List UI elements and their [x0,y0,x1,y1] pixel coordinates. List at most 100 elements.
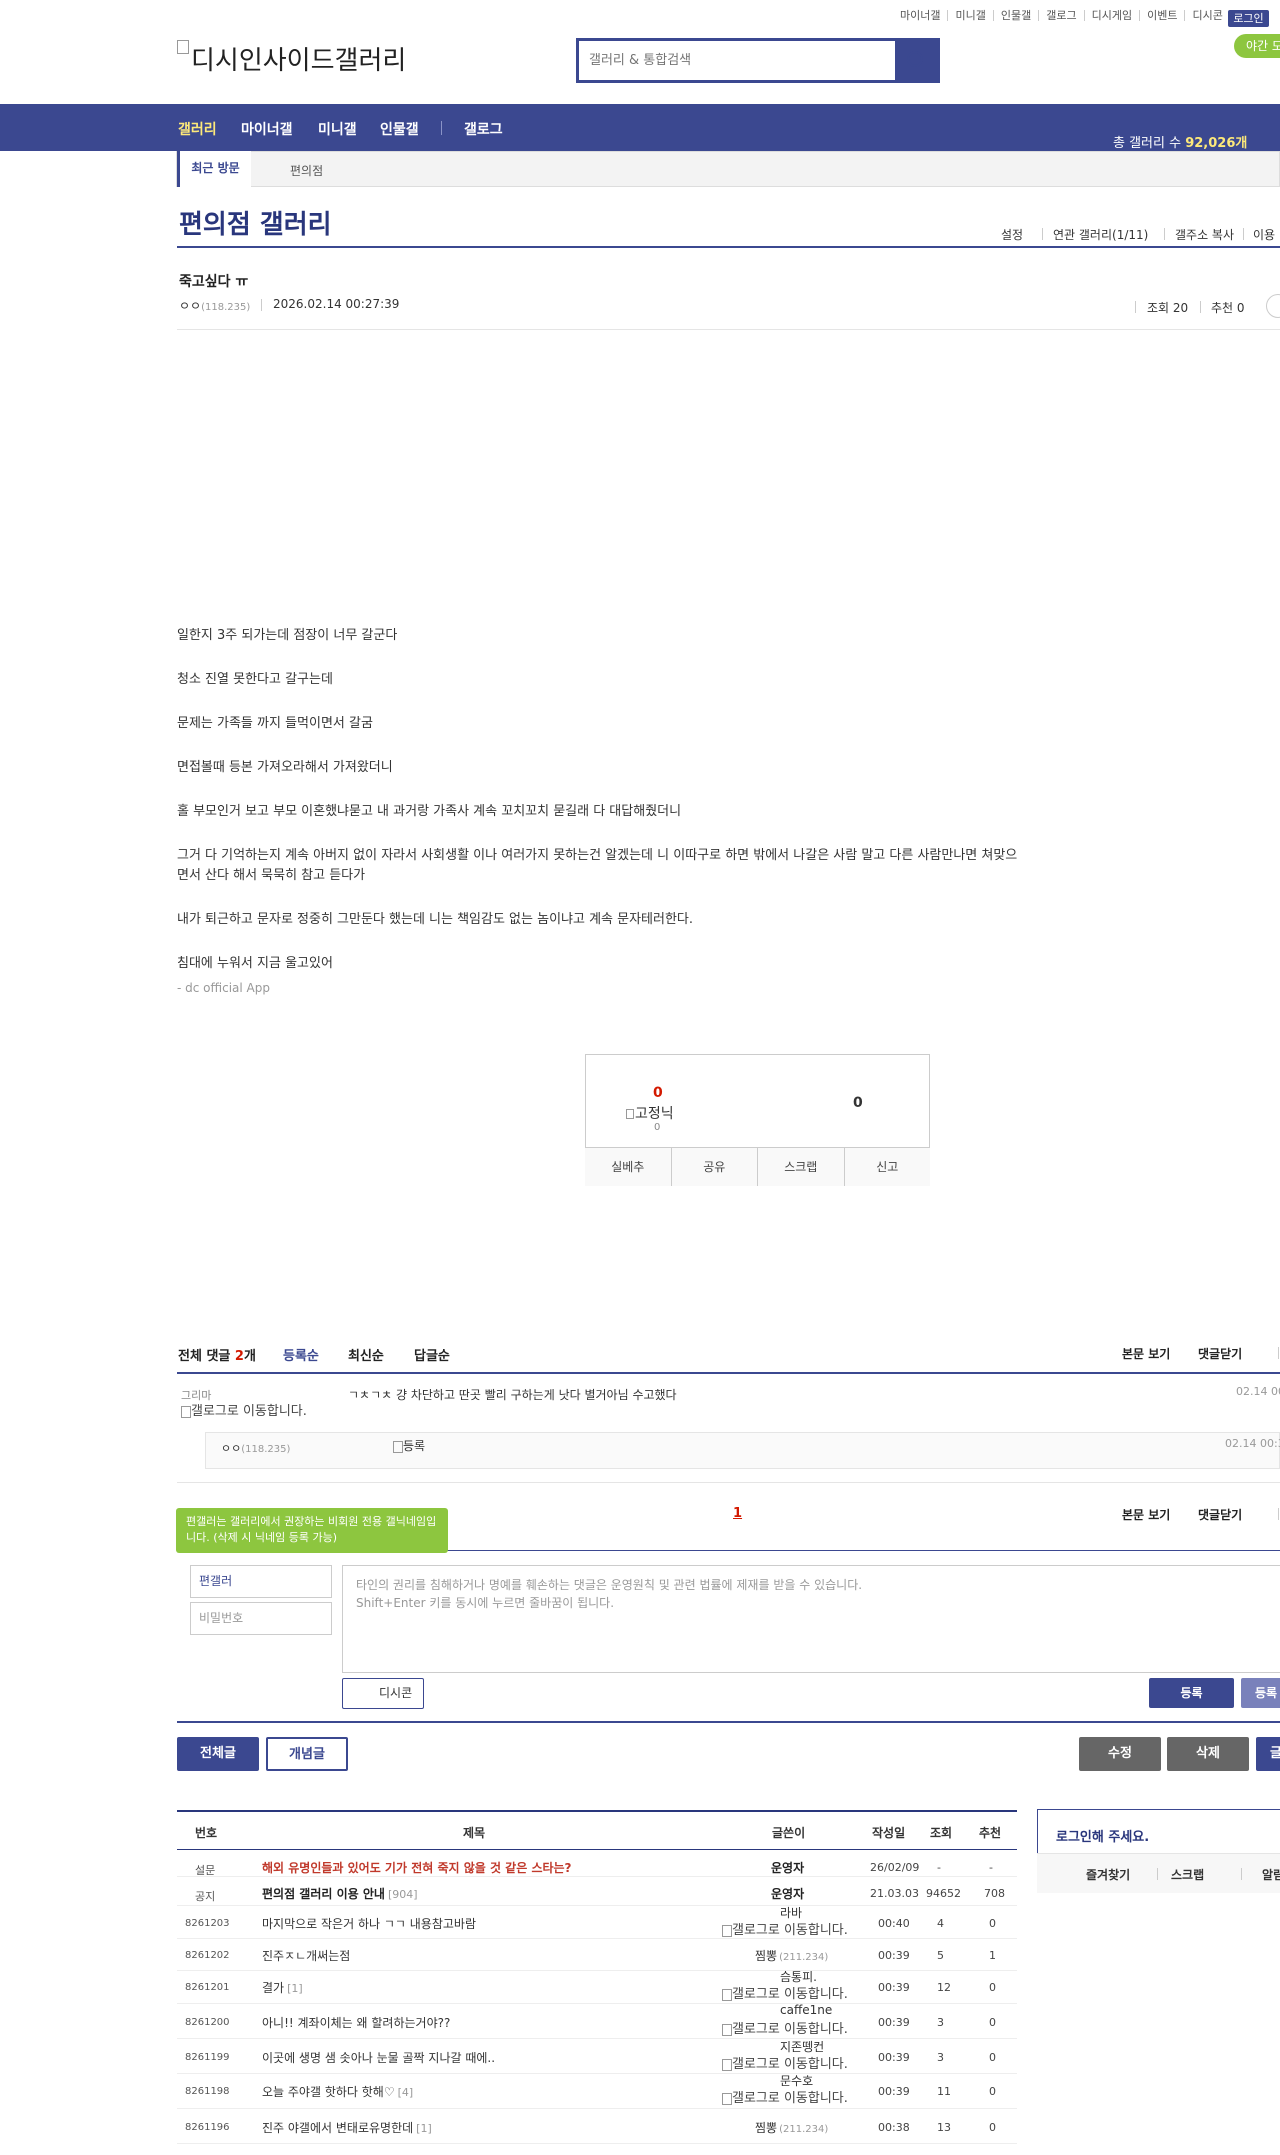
reply-count[interactable]: [904] [388,1888,418,1901]
nav-minor-gallery[interactable]: 마이너갤 [241,119,293,139]
login-prompt[interactable]: 로그인해 주세요. [1056,1826,1149,1845]
row-divider [177,1970,1017,1971]
divider [1243,228,1244,240]
scrap-link[interactable]: 스크랩 [1171,1866,1204,1883]
total-gallery-count: 총 갤러리 수 92,026개 [1113,136,1248,151]
login-button[interactable]: 로그인 [1228,10,1269,27]
font-size-button[interactable] [1266,294,1280,318]
row-author[interactable]: 운영자 [771,1885,804,1902]
divider [1200,301,1201,313]
broken-image-icon [722,1988,732,2001]
write-button[interactable]: 글 [1256,1737,1280,1771]
row-number: 8261198 [185,2086,230,2097]
top-menu-item[interactable]: 디시콘 [1184,10,1229,21]
sort-latest[interactable]: 최신순 [348,1345,384,1364]
row-author[interactable]: 찜뽕 (211.234) [755,1947,828,1964]
row-divider [177,2038,1017,2039]
gallog-image[interactable]: 갤로그로 이동합니다. [722,2018,848,2037]
divider [1278,1347,1279,1359]
top-menu-item[interactable]: 이벤트 [1139,10,1184,21]
favorites-link[interactable]: 즐겨찾기 [1086,1866,1130,1883]
nav-gallery[interactable]: 갤러리 [178,119,217,139]
dccon-button[interactable]: 디시콘 [342,1678,424,1709]
row-title[interactable]: 편의점 갤러리 이용 안내 [904] [262,1885,418,1902]
submit-alt-button[interactable]: 등록 [1241,1678,1280,1708]
submit-button[interactable]: 등록 [1149,1678,1234,1708]
top-menu-item[interactable]: 마이너갤 [893,10,947,21]
nav-mini-gallery[interactable]: 미니갤 [318,119,357,139]
row-title[interactable]: 이곳에 생명 샘 솟아나 눈물 골짝 지나갈 때에.. [262,2049,495,2066]
gallog-image[interactable]: 갤로그로 이동합니다. [181,1400,307,1419]
top-menu-item[interactable]: 미니갤 [947,10,992,21]
search-button[interactable] [896,41,937,80]
recommend-buttons: 실베추 공유 스크랩 신고 [585,1147,930,1186]
top-menu-item[interactable]: 디시게임 [1083,10,1139,21]
row-author[interactable]: 운영자 [771,1859,804,1876]
report-button[interactable]: 신고 [843,1148,930,1186]
row-title[interactable]: 진주ㅈㄴ개써는점 [262,1947,350,1964]
row-recommend: 0 [989,1981,996,1994]
related-gallery-link[interactable]: 연관 갤러리(1/11) [1053,226,1148,243]
gallog-image[interactable]: 갤로그로 이동합니다. [722,1983,848,2002]
concept-posts-button[interactable]: 개념글 [266,1737,348,1771]
reply-count[interactable]: [1] [287,1982,303,1995]
recent-visit-tab[interactable]: 최근 방문 [177,151,251,187]
close-comments-link[interactable]: 댓글닫기 [1198,1345,1242,1362]
row-title[interactable]: 아니!! 계좌이체는 왜 할려하는거야?? [262,2014,450,2031]
scrap-button[interactable]: 스크랩 [757,1148,844,1186]
row-author[interactable]: caffe1ne [780,2003,832,2017]
close-comments-link[interactable]: 댓글닫기 [1198,1506,1242,1523]
row-title[interactable]: 오늘 주야갤 핫하다 핫해♡ [4] [262,2083,413,2100]
nav-gallog[interactable]: 갤로그 [464,119,503,139]
reply-count[interactable]: [1] [416,2122,432,2135]
sort-replies[interactable]: 답글순 [414,1345,450,1364]
comment-page-1[interactable]: 1 [733,1506,742,1521]
gallery-title[interactable]: 편의점 갤러리 [179,204,332,241]
copy-address-link[interactable]: 갤주소 복사 [1175,226,1234,243]
top-menu-item[interactable]: 인물갤 [992,10,1038,21]
notification-link[interactable]: 알림 [1262,1866,1280,1883]
edit-button[interactable]: 수정 [1079,1737,1161,1771]
nickname-field[interactable]: 편갤러 [190,1565,332,1598]
site-logo[interactable]: 디시인사이드갤러리 [177,40,406,77]
post-author[interactable]: ㅇㅇ(118.235) [179,297,250,314]
search-input[interactable] [579,41,895,80]
all-posts-button[interactable]: 전체글 [177,1737,259,1771]
post-views: 조회 20 [1147,301,1189,315]
row-views: - [937,1861,941,1874]
row-author[interactable]: 찜뽕 (211.234) [755,2119,828,2136]
row-number: 8261199 [185,2052,230,2063]
row-date: 26/02/09 [870,1861,920,1874]
gallog-image[interactable]: 갤로그로 이동합니다. [722,1919,848,1938]
usage-link[interactable]: 이용 [1253,226,1275,243]
share-button[interactable]: 공유 [670,1148,757,1186]
view-body-link[interactable]: 본문 보기 [1122,1506,1170,1523]
broken-image-icon [722,2092,732,2105]
post-paragraph: 면서 산다 해서 묵묵히 참고 듣다가 [177,868,366,883]
row-date: 00:39 [878,1981,910,1994]
delete-button[interactable]: 삭제 [1167,1737,1249,1771]
row-title[interactable]: 결가 [1] [262,1979,303,1996]
gallog-image[interactable]: 갤로그로 이동합니다. [722,2053,848,2072]
settings-link[interactable]: 설정 [1001,226,1023,243]
reply-count[interactable]: [4] [398,2086,414,2099]
gallog-image[interactable]: 갤로그로 이동합니다. [722,2087,848,2106]
col-date: 작성일 [872,1826,906,1840]
row-title[interactable]: 진주 야갤에서 변태로유명한데 [1] [262,2119,432,2136]
top-menu-item[interactable]: 갤로그 [1038,10,1083,21]
comment-textarea[interactable]: 타인의 권리를 침해하거나 명예를 훼손하는 댓글은 운영원칙 및 관련 법률에… [342,1565,1280,1673]
reply-author[interactable]: ㅇㅇ(118.235) [221,1440,290,1456]
nav-person-gallery[interactable]: 인물갤 [380,119,419,139]
row-recommend: 0 [989,2051,996,2064]
post-paragraph: 내가 퇴근하고 문자로 정중히 그만둔다 했는데 니는 책임감도 없는 놈이냐고… [177,912,694,927]
row-title[interactable]: 마지막으로 작은거 하나 ㄱㄱ 내용참고바람 [262,1915,476,1932]
row-title[interactable]: 해외 유명인들과 있어도 기가 전혀 죽지 않을 것 같은 스타는? [262,1859,572,1876]
recent-item[interactable]: 편의점 [290,162,323,179]
comment-bar [177,1372,1280,1374]
view-body-link[interactable]: 본문 보기 [1122,1345,1170,1362]
night-mode-button[interactable]: 야간 모드 [1234,34,1280,58]
sort-registered[interactable]: 등록순 [283,1345,319,1364]
password-field[interactable]: 비밀번호 [190,1602,332,1635]
best-recommend-button[interactable]: 실베추 [585,1148,671,1186]
nav-divider [441,121,442,135]
